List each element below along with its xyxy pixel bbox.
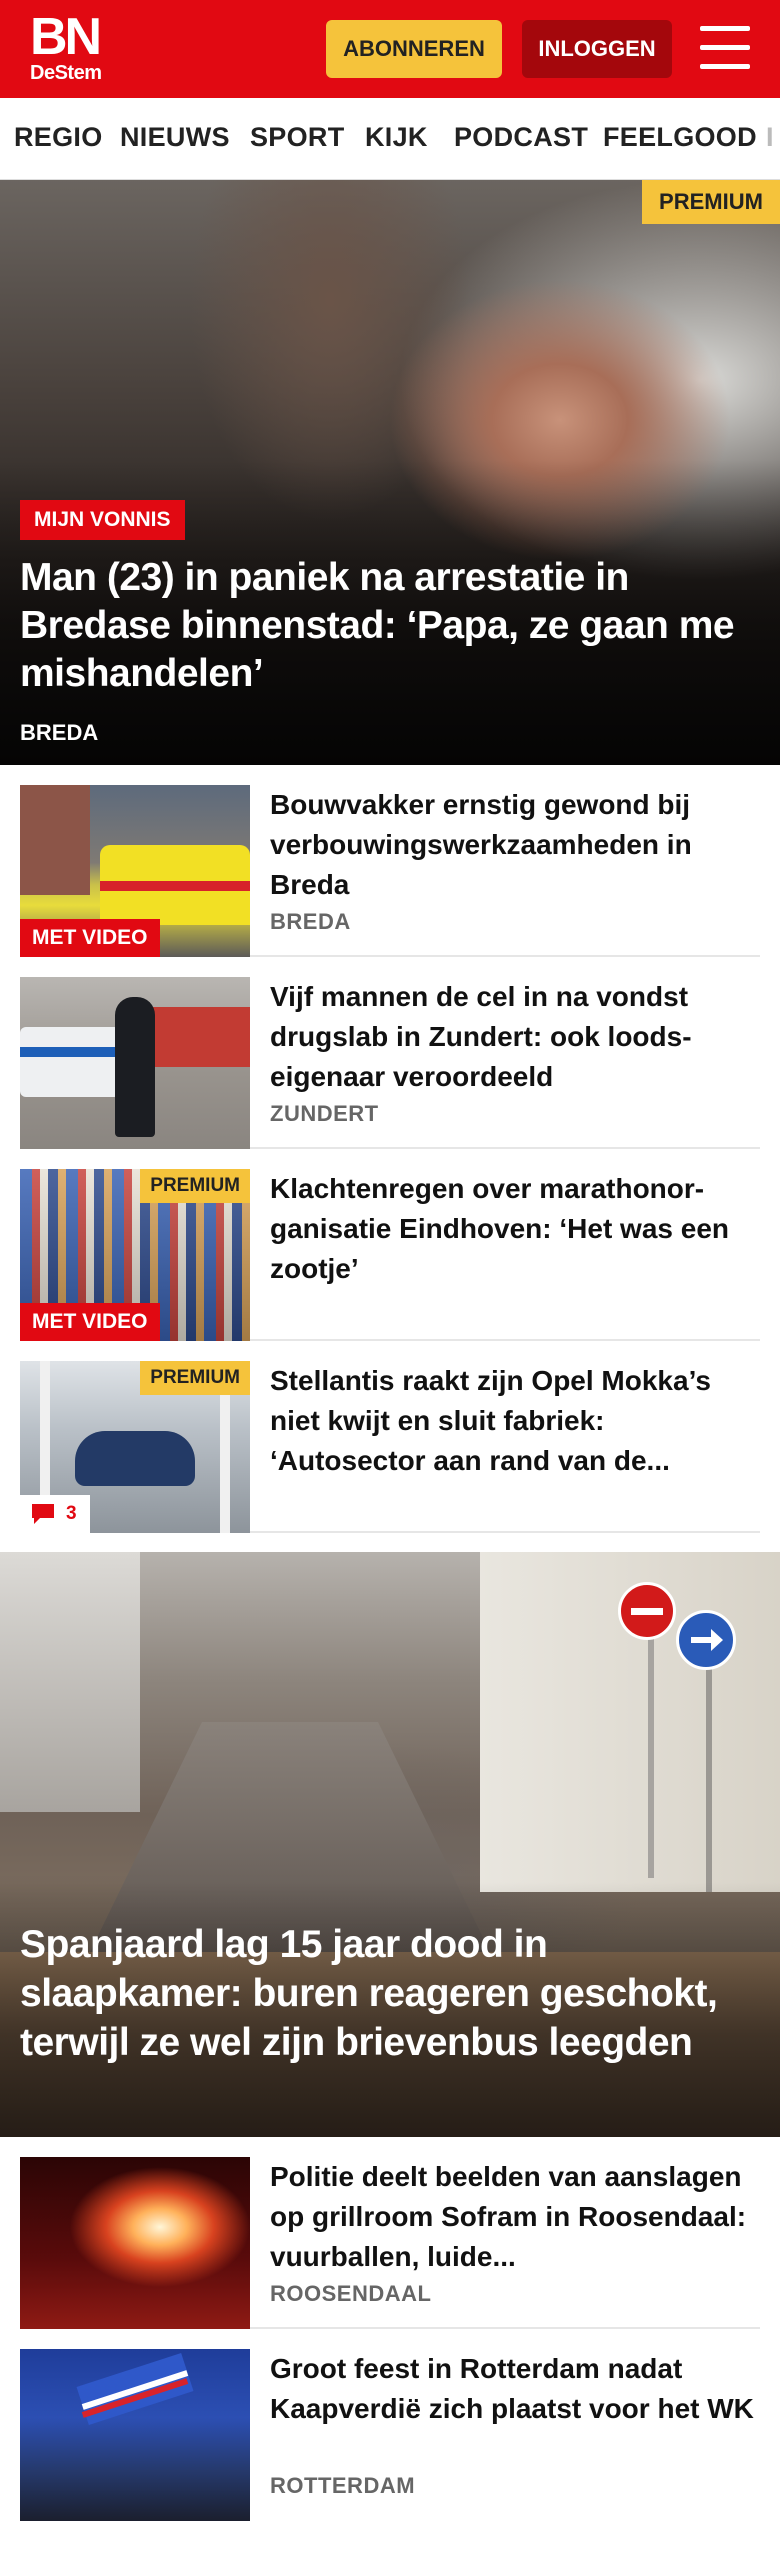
article-location: ROOSENDAAL: [270, 2281, 432, 2306]
logo-sub-text: DeStem: [30, 62, 102, 84]
article-title[interactable]: Klachtenregen over marathonor-ganisatie …: [270, 1169, 760, 1289]
premium-badge: PREMIUM: [140, 1361, 250, 1395]
article-thumbnail: [20, 977, 250, 1149]
list-item[interactable]: PREMIUM MET VIDEO Klachtenregen over mar…: [20, 1149, 760, 1341]
premium-badge: PREMIUM: [642, 180, 780, 224]
hero-category-label: MIJN VONNIS: [20, 500, 185, 540]
nav-item-regio[interactable]: REGIO: [14, 122, 103, 153]
menu-icon[interactable]: [700, 26, 750, 70]
video-tag: MET VIDEO: [20, 919, 160, 957]
article-thumbnail: MET VIDEO: [20, 785, 250, 957]
feature-title[interactable]: Spanjaard lag 15 jaar dood in slaapkamer…: [20, 1920, 720, 2067]
comment-count: 3: [66, 1503, 77, 1524]
article-thumbnail: [20, 2349, 250, 2521]
nav-item-more[interactable]: I: [766, 122, 774, 153]
nav-item-sport[interactable]: SPORT: [250, 122, 345, 153]
hero-location: BREDA: [20, 720, 99, 745]
list-item[interactable]: PREMIUM 3 Stellantis raakt zijn Opel Mok…: [20, 1341, 760, 1533]
subscribe-button[interactable]: ABONNEREN: [326, 20, 502, 78]
section-nav: REGIO NIEUWS SPORT KIJK PODCAST FEELGOOD…: [0, 98, 780, 180]
article-location: ZUNDERT: [270, 1101, 379, 1126]
article-title[interactable]: Stellantis raakt zijn Opel Mokka’s niet …: [270, 1361, 760, 1481]
hero-article[interactable]: PREMIUM MIJN VONNIS Man (23) in paniek n…: [0, 180, 780, 765]
site-logo[interactable]: BN DeStem: [30, 8, 112, 84]
list-item[interactable]: Groot feest in Rotterdam nadat Kaapverdi…: [20, 2329, 760, 2521]
nav-item-kijk[interactable]: KIJK: [365, 122, 428, 153]
article-title[interactable]: Groot feest in Rotterdam nadat Kaapverdi…: [270, 2349, 760, 2429]
hero-title[interactable]: Man (23) in paniek na arrestatie in Bred…: [20, 554, 740, 698]
article-title[interactable]: Politie deelt beelden van aanslagen op g…: [270, 2157, 760, 2277]
list-item[interactable]: MET VIDEO Bouwvakker ernstig gewond bij …: [20, 765, 760, 957]
nav-item-podcast[interactable]: PODCAST: [454, 122, 588, 153]
list-item[interactable]: Vijf mannen de cel in na vondst drugslab…: [20, 957, 760, 1149]
list-item[interactable]: Politie deelt beelden van aanslagen op g…: [20, 2137, 760, 2329]
article-title[interactable]: Vijf mannen de cel in na vondst drugslab…: [270, 977, 760, 1097]
nav-item-feelgood[interactable]: FEELGOOD: [603, 122, 757, 153]
feature-article[interactable]: Spanjaard lag 15 jaar dood in slaapkamer…: [0, 1552, 780, 2137]
logo-main-text: BN: [30, 8, 102, 66]
article-location: ROTTERDAM: [270, 2473, 416, 2498]
premium-badge: PREMIUM: [140, 1169, 250, 1203]
nav-item-nieuws[interactable]: NIEUWS: [120, 122, 230, 153]
article-thumbnail: PREMIUM 3: [20, 1361, 250, 1533]
arrow-right-sign-icon: [676, 1610, 736, 1670]
article-thumbnail: [20, 2157, 250, 2329]
article-title[interactable]: Bouwvakker ernstig gewond bij verbouwing…: [270, 785, 760, 905]
comment-tag[interactable]: 3: [20, 1495, 90, 1533]
article-location: BREDA: [270, 909, 351, 934]
video-tag: MET VIDEO: [20, 1303, 160, 1341]
top-bar: BN DeStem ABONNEREN INLOGGEN: [0, 0, 780, 98]
comment-icon: [32, 1504, 54, 1524]
article-thumbnail: PREMIUM MET VIDEO: [20, 1169, 250, 1341]
no-entry-sign-icon: [618, 1582, 676, 1640]
login-button[interactable]: INLOGGEN: [522, 20, 672, 78]
